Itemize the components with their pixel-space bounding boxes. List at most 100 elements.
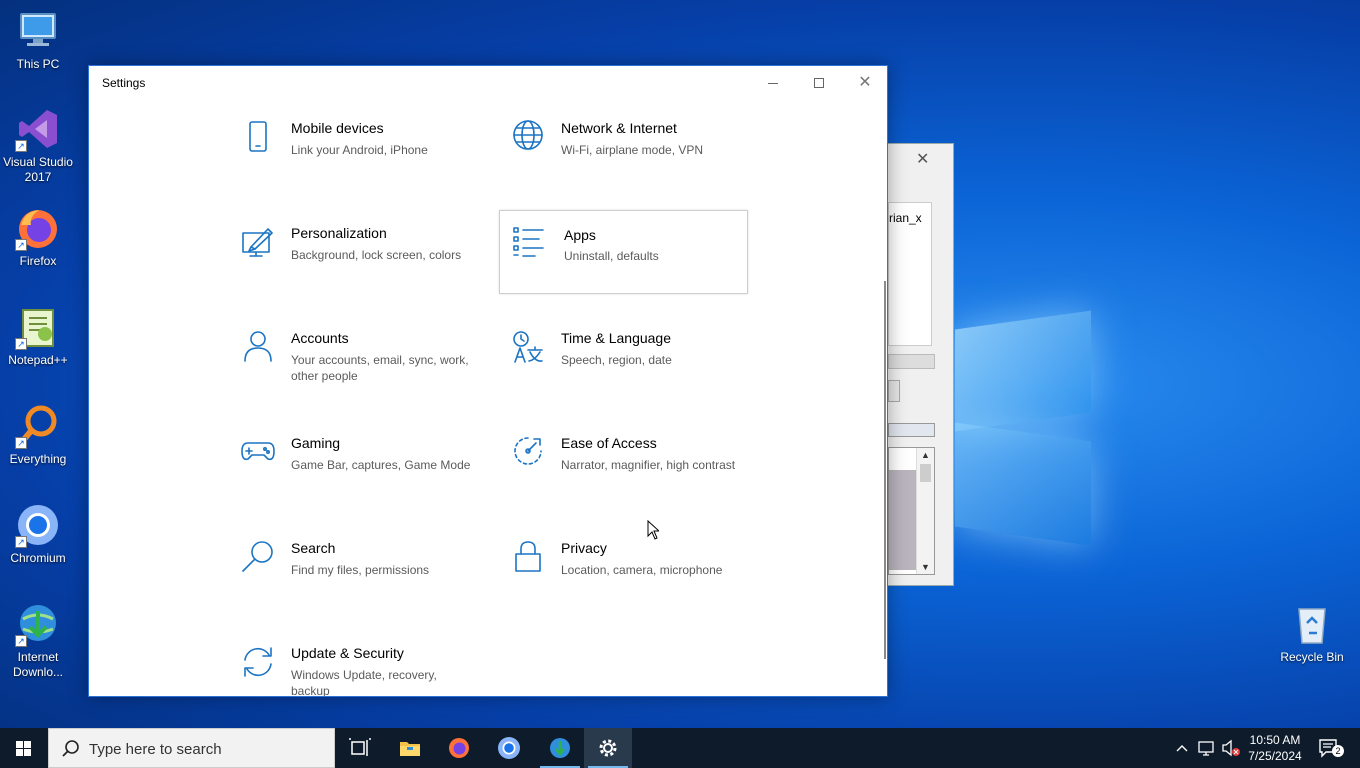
tile-name: Gaming [291,435,341,451]
background-dialog-progress [888,423,935,437]
tile-privacy[interactable]: Privacy Location, camera, microphone [510,540,758,624]
taskbar-internet-download[interactable] [536,728,584,768]
notification-count-badge: 2 [1332,745,1344,757]
settings-window[interactable]: Settings ✕ Mobile devices Link your Andr… [88,65,888,697]
background-dialog-list[interactable]: ▲ ▼ [888,447,935,575]
firefox-icon: ↗ [15,205,61,251]
tile-description: Find my files, permissions [291,563,430,577]
tile-name: Search [291,540,336,556]
desktop-icon-chromium[interactable]: ↗ Chromium [0,502,76,566]
desktop-icon-label: Recycle Bin [1280,650,1344,664]
task-view-button[interactable] [336,728,384,768]
close-icon[interactable]: ✕ [916,149,929,169]
ease-of-access-icon [510,435,546,471]
chevron-up-icon[interactable]: ▲ [921,450,930,460]
computer-icon [15,8,61,54]
tile-description: Link your Android, iPhone [291,143,428,157]
chromium-icon: ↗ [15,502,61,548]
tile-accounts[interactable]: Accounts Your accounts, email, sync, wor… [240,330,488,414]
phone-icon [240,120,276,156]
desktop-icon-label: This PC [16,57,60,71]
desktop-icon-visual-studio[interactable]: ↗ Visual Studio 2017 [0,106,76,185]
taskbar-file-explorer[interactable] [386,728,434,768]
desktop-icon-label: Visual Studio 2017 [3,155,73,184]
taskbar-firefox[interactable] [435,728,483,768]
task-view-icon [348,736,372,760]
mouse-cursor-icon [647,519,661,540]
title-bar[interactable]: Settings ✕ [89,66,887,98]
maximize-button[interactable] [796,66,842,98]
chevron-down-icon[interactable]: ▼ [921,562,930,572]
desktop-icon-firefox[interactable]: ↗ Firefox [0,205,76,269]
start-button[interactable] [0,728,48,768]
tile-network-internet[interactable]: Network & Internet Wi-Fi, airplane mode,… [510,120,758,204]
desktop-icon-this-pc[interactable]: This PC [0,8,76,72]
tile-description: Narrator, magnifier, high contrast [561,458,736,472]
volume-muted-icon[interactable] [1220,728,1242,768]
network-icon[interactable] [1196,728,1218,768]
tile-description: Location, camera, microphone [561,563,723,577]
chromium-icon [497,736,521,760]
close-button[interactable]: ✕ [842,66,887,98]
desktop-icon-label: Everything [9,452,67,466]
internet-download-icon: ↗ [15,601,61,647]
tile-apps[interactable]: Apps Uninstall, defaults [499,210,748,294]
tile-name: Time & Language [561,330,671,346]
show-hidden-icons[interactable] [1174,728,1190,768]
tile-ease-of-access[interactable]: Ease of Access Narrator, magnifier, high… [510,435,758,519]
desktop-icon-notepadpp[interactable]: ↗ Notepad++ [0,304,76,368]
tile-description: Wi-Fi, airplane mode, VPN [561,143,704,157]
everything-icon: ↗ [15,403,61,449]
background-dialog-button[interactable] [888,380,900,402]
action-center-button[interactable]: 2 [1314,736,1344,760]
tile-update-security[interactable]: Update & Security Windows Update, recove… [240,645,488,697]
tile-personalization[interactable]: Personalization Background, lock screen,… [240,225,488,309]
list-selection [889,470,916,570]
taskbar-search-box[interactable]: Type here to search [48,728,335,768]
folder-icon [398,736,422,760]
search-icon [240,540,276,576]
background-dialog-text-field[interactable]: rian_x [888,202,932,346]
clock-time: 10:50 AM [1249,733,1301,747]
tile-gaming[interactable]: Gaming Game Bar, captures, Game Mode [240,435,488,519]
background-dialog-bar [888,354,935,369]
clock-date: 7/25/2024 [1248,749,1302,763]
gamepad-icon [240,435,276,471]
tile-name: Privacy [561,540,607,556]
tile-time-language[interactable]: Time & Language Speech, region, date [510,330,758,414]
tile-mobile-devices[interactable]: Mobile devices Link your Android, iPhone [240,120,488,204]
desktop-icon-internet-download[interactable]: ↗ Internet Downlo... [0,601,76,680]
tile-name: Apps [564,227,596,243]
wallpaper-windows-logo [955,300,1095,555]
tile-description: Background, lock screen, colors [291,248,462,262]
scrollbar-thumb[interactable] [920,464,931,482]
time-language-icon [510,330,546,366]
taskbar: Type here to search 10:50 AM 7/25/2024 2 [0,728,1360,768]
tile-description: Your accounts, email, sync, work, other … [291,353,469,383]
list-scrollbar[interactable]: ▲ ▼ [916,448,934,574]
notepadpp-icon: ↗ [15,304,61,350]
desktop-icon-label: Chromium [10,551,66,565]
minimize-button[interactable] [750,66,796,98]
taskbar-chromium[interactable] [485,728,533,768]
globe-icon [510,120,546,156]
maximize-icon [814,78,824,89]
desktop-icon-everything[interactable]: ↗ Everything [0,403,76,467]
desktop-icon-label: Firefox [19,254,57,268]
sync-icon [240,645,276,681]
desktop-icon-recycle-bin[interactable]: Recycle Bin [1274,601,1350,665]
taskbar-settings[interactable] [584,728,632,768]
person-icon [240,330,276,366]
tile-description: Game Bar, captures, Game Mode [291,458,471,472]
tile-search[interactable]: Search Find my files, permissions [240,540,488,624]
search-placeholder: Type here to search [89,741,222,758]
background-dialog[interactable]: ✕ rian_x ▲ ▼ [887,143,954,586]
recycle-bin-icon [1289,601,1335,647]
tile-description: Windows Update, recovery, backup [291,668,437,697]
paint-icon [240,225,276,261]
field-text: rian_x [889,211,922,225]
search-icon [61,739,81,759]
internet-download-icon [548,736,572,760]
vertical-scrollbar[interactable] [884,281,886,659]
system-clock[interactable]: 10:50 AM 7/25/2024 [1244,732,1306,764]
